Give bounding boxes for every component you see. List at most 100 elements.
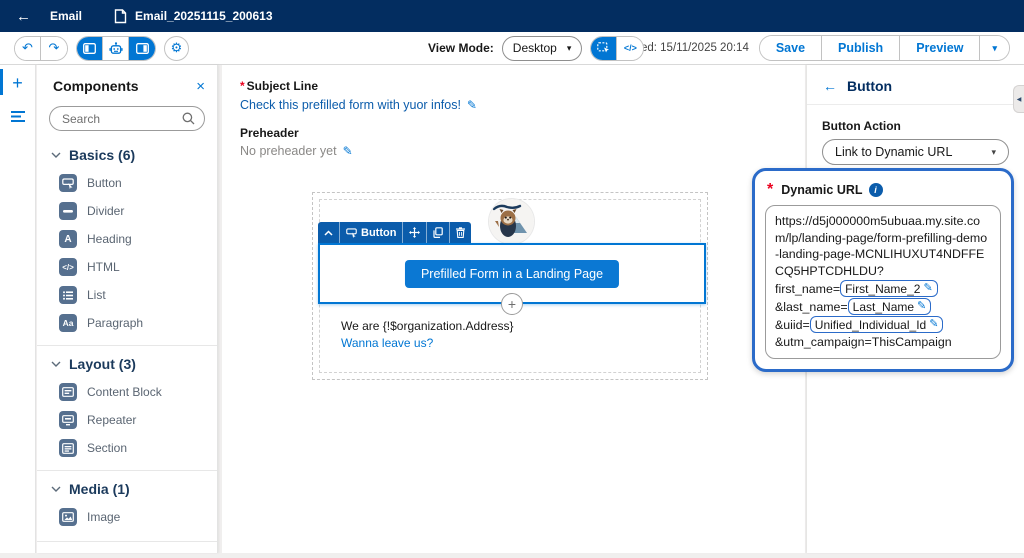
panel-back-arrow-icon[interactable]: ← [823,78,837,94]
heading-icon: A [59,230,77,248]
view-mode-label: View Mode: [428,41,494,55]
edit-param-icon: ✎ [923,283,932,294]
design-view-button[interactable] [591,37,617,60]
settings-button[interactable]: ⚙ [164,36,189,61]
workspace: + Components × Basics (6) Button Div [0,65,1024,558]
panel-toggle-group [76,36,156,61]
component-label: Paragraph [87,316,143,330]
close-icon[interactable]: × [196,79,205,94]
button-action-label: Button Action [822,119,1009,133]
url-param-pill-last-name[interactable]: Last_Name ✎ [848,298,932,315]
edit-preheader-icon[interactable]: ✎ [343,145,353,157]
back-arrow-icon[interactable]: ← [16,8,36,25]
chevron-down-icon [51,486,61,492]
add-component-button[interactable]: + [501,293,523,315]
undo-button[interactable]: ↶ [15,37,41,60]
component-item-heading[interactable]: A Heading [37,225,217,253]
button-action-select[interactable]: Link to Dynamic URL ▾ [822,139,1009,165]
edit-subject-icon[interactable]: ✎ [467,99,477,111]
button-icon [346,228,357,238]
panel-collapse-handle[interactable]: ◀ [1013,85,1024,113]
section-basics-header[interactable]: Basics (6) [37,137,217,169]
email-cta-button[interactable]: Prefilled Form in a Landing Page [405,260,619,288]
component-label: Image [87,510,120,524]
collapse-toolbar-button[interactable] [318,222,340,243]
layers-icon [11,111,25,122]
right-panel-icon [136,43,149,54]
url-param-prefix: &utm_campaign=ThisCampaign [775,334,952,351]
url-param-pill-first-name[interactable]: First_Name_2 ✎ [840,280,938,297]
url-param-prefix: &uiid= [775,317,810,334]
left-panel-icon [83,43,96,54]
email-footer-text: We are {!$organization.Address} [341,319,514,333]
list-icon [59,286,77,304]
unsubscribe-link[interactable]: Wanna leave us? [341,336,433,350]
component-item-section[interactable]: Section [37,434,217,462]
component-label: List [87,288,106,302]
component-type-tab[interactable]: Button [340,222,403,243]
code-view-button[interactable]: </> [617,37,643,60]
dynamic-url-base: https://d5j000000m5ubuaa.my.site.com/lp/… [775,213,991,279]
undo-icon: ↶ [22,40,33,56]
preview-content-button[interactable] [103,37,129,60]
required-marker: * [767,181,773,199]
required-marker: * [240,79,245,93]
url-param-prefix: first_name= [775,281,840,298]
delete-component-button[interactable] [450,222,471,243]
url-param-pill-uiid[interactable]: Unified_Individual_Id ✎ [810,316,944,333]
dynamic-url-field[interactable]: https://d5j000000m5ubuaa.my.site.com/lp/… [765,205,1001,359]
trash-icon [456,227,465,238]
button-action-value: Link to Dynamic URL [835,145,952,159]
component-item-repeater[interactable]: Repeater [37,406,217,434]
divider [37,541,217,542]
left-rail: + [0,65,36,553]
component-item-html[interactable]: </> HTML [37,253,217,281]
subject-line-value[interactable]: Check this prefilled form with yuor info… [240,98,461,112]
button-icon [59,174,77,192]
publish-button[interactable]: Publish [822,36,900,60]
component-type-label: Button [361,227,396,239]
component-item-button[interactable]: Button [37,169,217,197]
info-icon[interactable]: i [869,183,883,197]
preview-button[interactable]: Preview [900,36,980,60]
plus-icon: + [12,74,23,92]
chevron-up-icon [324,230,333,236]
section-media-header[interactable]: Media (1) [37,471,217,503]
content-block-icon [59,383,77,401]
rail-structure-tab[interactable] [0,99,35,133]
dynamic-url-callout: * Dynamic URL i https://d5j000000m5ubuaa… [752,168,1014,372]
section-title: Media (1) [69,481,130,497]
selected-component-toolbar: Button [318,222,471,243]
avatar-image-component[interactable] [489,199,534,244]
component-item-paragraph[interactable]: Aa Paragraph [37,309,217,337]
view-mode-value: Desktop [513,41,557,55]
undo-redo-group: ↶ ↷ [14,36,68,61]
html-icon: </> [59,258,77,276]
duplicate-component-button[interactable] [427,222,450,243]
email-body-section[interactable]: Button Prefilled Form in a Landing Page … [312,192,708,380]
redo-button[interactable]: ↷ [41,37,67,60]
rail-components-tab[interactable]: + [0,65,35,99]
document-title: Email_20251115_200613 [135,9,272,23]
component-item-content-block[interactable]: Content Block [37,378,217,406]
save-button[interactable]: Save [760,36,822,60]
components-panel-title: Components [53,78,139,94]
preheader-value[interactable]: No preheader yet [240,144,337,158]
mascot-avatar [489,199,534,244]
app-header: ← Email Email_20251115_200613 [0,0,1024,32]
section-layout-header[interactable]: Layout (3) [37,346,217,378]
email-canvas: *Subject Line Check this prefilled form … [222,65,805,553]
left-panel-toggle-button[interactable] [77,37,103,60]
action-button-group: Save Publish Preview ▾ [759,35,1010,61]
view-mode-select[interactable]: Desktop ▾ [502,36,583,61]
component-item-image[interactable]: Image [37,503,217,531]
component-item-list[interactable]: List [37,281,217,309]
component-item-divider[interactable]: Divider [37,197,217,225]
right-panel-toggle-button[interactable] [129,37,155,60]
move-icon [409,227,420,238]
move-component-button[interactable] [403,222,427,243]
more-actions-button[interactable]: ▾ [980,36,1009,60]
component-label: Section [87,441,127,455]
code-icon: </> [624,43,637,53]
component-label: Content Block [87,385,162,399]
